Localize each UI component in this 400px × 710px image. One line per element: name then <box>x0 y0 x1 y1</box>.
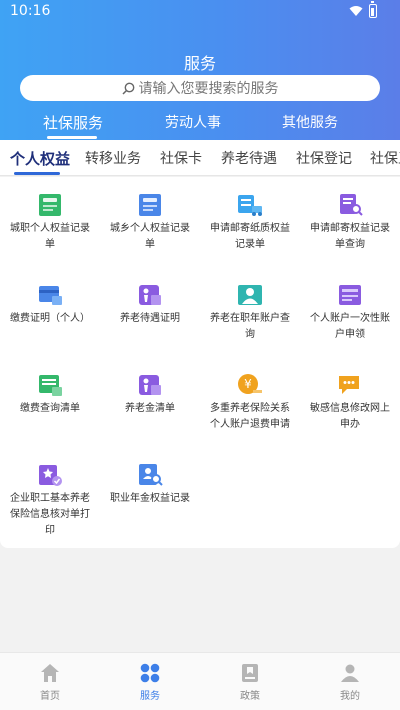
battery-icon <box>369 1 377 18</box>
nav-label: 首页 <box>40 691 60 702</box>
service-item[interactable]: 个人账户一次性账户申领 <box>300 267 400 357</box>
sub-tabs: 个人权益 转移业务 社保卡 养老待遇 社保登记 社保卫 <box>0 140 400 176</box>
nav-profile[interactable]: 我的 <box>300 653 400 710</box>
service-item[interactable]: 养老金清单 <box>100 357 200 447</box>
nav-services[interactable]: 服务 <box>100 653 200 710</box>
services-grid-icon <box>140 663 160 683</box>
nav-label: 服务 <box>140 691 160 702</box>
policy-icon <box>242 664 258 682</box>
subtab-registration[interactable]: 社保登记 <box>296 148 352 168</box>
message-edit-icon <box>339 376 359 394</box>
service-item[interactable]: 养老待遇证明 <box>100 267 200 357</box>
mail-truck-icon <box>238 195 262 216</box>
service-item[interactable]: 敏感信息修改网上申办 <box>300 357 400 447</box>
tab-social-security-services[interactable]: 社保服务 <box>43 112 103 133</box>
one-time-account-icon <box>339 285 361 305</box>
account-person-icon <box>238 285 262 305</box>
search-input[interactable]: 请输入您要搜索的服务 <box>20 75 380 101</box>
service-item[interactable]: 缴费证明（个人） <box>0 267 100 357</box>
service-label: 缴费证明（个人） <box>10 313 90 324</box>
service-item[interactable]: 城职个人权益记录单 <box>0 177 100 267</box>
tab-labor-personnel[interactable]: 劳动人事 <box>165 112 221 132</box>
service-label: 养老金清单 <box>125 403 175 414</box>
subtab-personal-rights[interactable]: 个人权益 <box>10 148 70 169</box>
record-book-icon <box>39 194 61 216</box>
annuity-search-icon <box>139 464 163 486</box>
search-placeholder: 请输入您要搜索的服务 <box>138 81 279 97</box>
profile-icon <box>341 664 359 682</box>
service-label: 职业年金权益记录 <box>110 493 190 504</box>
category-tabs: 社保服务 劳动人事 其他服务 <box>0 108 400 139</box>
sub-tab-indicator <box>14 172 60 175</box>
subtab-more[interactable]: 社保卫 <box>370 148 400 168</box>
status-time: 10:16 <box>10 3 51 19</box>
service-label: 缴费查询清单 <box>20 403 80 414</box>
service-item[interactable]: 申请邮寄权益记录单查询 <box>300 177 400 267</box>
service-item[interactable]: 城乡个人权益记录单 <box>100 177 200 267</box>
service-label: 敏感信息修改网上申办 <box>310 403 390 430</box>
subtab-transfer[interactable]: 转移业务 <box>85 148 141 168</box>
service-label: 城乡个人权益记录单 <box>110 223 190 250</box>
service-item[interactable]: ¥ 多重养老保险关系个人账户退费申请 <box>200 357 300 447</box>
nav-home[interactable]: 首页 <box>0 653 100 710</box>
header: 10:16 服务 请输入您要搜索的服务 社保服务 劳动人事 其他服务 <box>0 0 400 140</box>
subtab-social-card[interactable]: 社保卡 <box>160 148 202 168</box>
service-label: 申请邮寄权益记录单查询 <box>310 223 390 250</box>
yuan-refund-icon: ¥ <box>238 374 262 394</box>
tab-other-services[interactable]: 其他服务 <box>282 112 338 132</box>
service-item[interactable]: 养老在职年账户查询 <box>200 267 300 357</box>
record-book-icon <box>139 194 161 216</box>
service-label: 养老在职年账户查询 <box>210 313 290 340</box>
home-icon <box>41 664 59 682</box>
service-item[interactable]: 企业职工基本养老保险信息核对单打印 <box>0 447 100 537</box>
service-item[interactable]: 申请邮寄纸质权益记录单 <box>200 177 300 267</box>
verify-print-icon <box>39 465 62 486</box>
service-grid: 城职个人权益记录单 城乡个人权益记录单 申请邮寄纸质权益记录单 申请邮寄权益记录… <box>0 177 400 548</box>
status-bar: 10:16 <box>0 0 400 24</box>
nav-label: 我的 <box>340 691 360 702</box>
bottom-nav: 首页 服务 政策 我的 <box>0 652 400 710</box>
nav-label: 政策 <box>240 691 260 702</box>
wifi-icon <box>349 6 363 16</box>
service-label: 城职个人权益记录单 <box>10 223 90 250</box>
service-item[interactable]: 缴费查询清单 <box>0 357 100 447</box>
payment-list-icon <box>39 375 62 396</box>
service-label: 企业职工基本养老保险信息核对单打印 <box>10 493 90 536</box>
service-label: 多重养老保险关系个人账户退费申请 <box>210 403 290 430</box>
service-item[interactable]: 职业年金权益记录 <box>100 447 200 537</box>
service-label: 个人账户一次性账户申领 <box>310 313 390 340</box>
service-label: 申请邮寄纸质权益记录单 <box>210 223 290 250</box>
category-tab-indicator <box>47 136 97 139</box>
search-icon <box>121 82 134 95</box>
service-label: 养老待遇证明 <box>120 313 180 324</box>
page-title: 服务 <box>183 54 216 73</box>
nav-policy[interactable]: 政策 <box>200 653 300 710</box>
elderly-certificate-icon <box>139 285 161 305</box>
document-search-icon <box>340 194 363 216</box>
payment-card-icon <box>39 286 62 305</box>
subtab-pension-benefits[interactable]: 养老待遇 <box>221 148 277 168</box>
elderly-list-icon <box>139 375 161 395</box>
svg-text:¥: ¥ <box>244 377 252 391</box>
